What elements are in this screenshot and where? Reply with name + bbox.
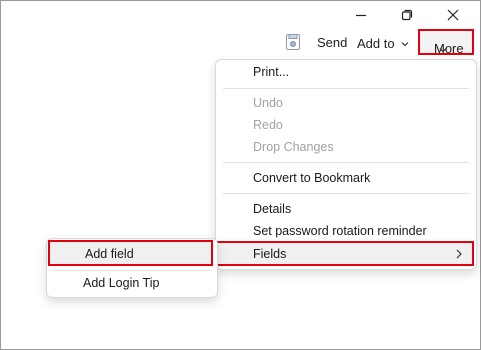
menu-item-fields[interactable]: Fields xyxy=(214,241,474,266)
close-button[interactable] xyxy=(430,1,476,29)
restore-icon xyxy=(401,9,413,21)
menu-item-label: Print... xyxy=(253,65,290,79)
menu-item-label: Drop Changes xyxy=(253,140,334,154)
chevron-down-icon xyxy=(439,41,447,56)
menu-item-label: Set password rotation reminder xyxy=(253,224,427,238)
menu-separator xyxy=(223,162,469,163)
submenu-item-label: Add Login Tip xyxy=(83,276,160,290)
minimize-icon xyxy=(356,14,366,17)
more-menu: Print... Undo Redo Drop Changes Convert … xyxy=(215,59,477,270)
menu-separator xyxy=(223,193,469,194)
menu-separator xyxy=(223,88,469,89)
menu-item-details[interactable]: Details xyxy=(216,199,476,221)
add-to-label: Add to xyxy=(357,36,395,51)
send-button[interactable]: Send xyxy=(317,35,347,50)
menu-item-label: Convert to Bookmark xyxy=(253,171,371,185)
minimize-button[interactable] xyxy=(338,1,384,29)
save-icon xyxy=(286,34,300,50)
menu-item-convert-to-bookmark[interactable]: Convert to Bookmark xyxy=(216,168,476,190)
submenu-item-label: Add field xyxy=(85,247,134,261)
menu-item-label: Details xyxy=(253,202,292,216)
submenu-item-add-login-tip[interactable]: Add Login Tip xyxy=(48,273,213,295)
menu-item-label: Redo xyxy=(253,118,283,132)
menu-item-label: Undo xyxy=(253,96,283,110)
add-to-button[interactable]: Add to xyxy=(357,35,409,51)
menu-item-label: Fields xyxy=(253,247,287,261)
menu-item-print[interactable]: Print... xyxy=(216,62,476,84)
close-icon xyxy=(447,9,459,21)
chevron-down-icon xyxy=(401,35,409,50)
menu-item-set-password-rotation-reminder[interactable]: Set password rotation reminder xyxy=(216,221,476,243)
submenu-item-add-field[interactable]: Add field xyxy=(48,240,213,266)
menu-item-redo: Redo xyxy=(216,115,476,137)
restore-button[interactable] xyxy=(384,1,430,29)
title-bar xyxy=(1,1,479,29)
more-button[interactable]: More xyxy=(418,29,474,56)
save-button[interactable] xyxy=(285,33,301,51)
menu-item-drop-changes: Drop Changes xyxy=(216,137,476,159)
chevron-right-icon xyxy=(456,248,462,262)
menu-separator xyxy=(54,270,210,271)
menu-item-undo: Undo xyxy=(216,93,476,115)
